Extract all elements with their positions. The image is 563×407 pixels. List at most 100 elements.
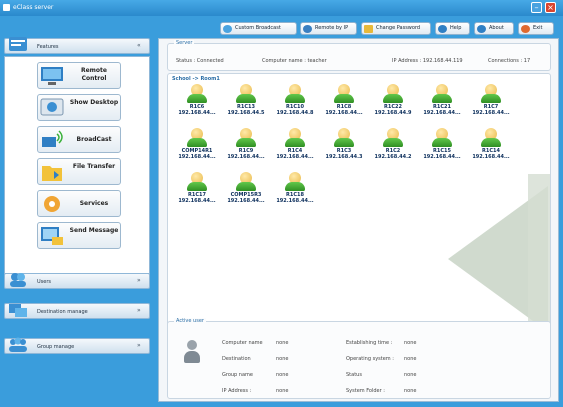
remote-by-ip-label: Remote by IP xyxy=(315,25,349,31)
custom-broadcast-button[interactable]: Custom Broadcast xyxy=(220,22,297,35)
change-password-label: Change Password xyxy=(376,25,421,31)
system-folder-value: none xyxy=(404,388,417,394)
change-password-button[interactable]: Change Password xyxy=(361,22,431,35)
app-icon xyxy=(3,4,10,11)
services-icon xyxy=(44,196,60,212)
group-panel-header[interactable]: Group manage » xyxy=(4,337,150,354)
about-button[interactable]: About xyxy=(474,22,514,35)
computer-user-body xyxy=(236,182,256,191)
computer-item[interactable]: R1C13 192.168.44.5 xyxy=(222,84,270,122)
file-transfer-icon xyxy=(42,166,62,181)
computer-ip: 192.168.44.2 xyxy=(374,154,412,160)
destination-panel-header[interactable]: Destination manage » xyxy=(4,303,150,319)
show-desktop-icon xyxy=(40,98,64,116)
computer-ip: 192.168.44... xyxy=(178,198,216,204)
computer-item[interactable]: R1C10 192.168.44.8 xyxy=(271,84,319,122)
send-message-button[interactable]: Send Message xyxy=(37,222,121,249)
computer-user-body xyxy=(383,138,403,147)
decorative-arrow-tail xyxy=(528,174,550,342)
computer-item[interactable]: R1C3 192.168.44.3 xyxy=(320,128,368,166)
computer-item[interactable]: R1C7 192.168.44... xyxy=(467,84,515,122)
computer-user-body xyxy=(187,94,207,103)
computer-ip: 192.168.44.8 xyxy=(276,110,314,116)
computer-user-body xyxy=(432,94,452,103)
about-label: About xyxy=(489,25,504,31)
group-panel-label: Group manage xyxy=(37,344,75,350)
computer-ip: 192.168.44... xyxy=(423,154,461,160)
remote-by-ip-button[interactable]: Remote by IP xyxy=(300,22,357,35)
computer-item[interactable]: R1C8 192.168.44... xyxy=(320,84,368,122)
app-window: eClass server – × Custom Broadcast Remot… xyxy=(0,0,563,407)
sidebar: Features « Remote Control Show Desktop B… xyxy=(4,20,150,405)
remote-control-icon xyxy=(41,67,63,85)
users-panel-header[interactable]: Users » xyxy=(4,273,150,289)
file-transfer-button[interactable]: File Transfer xyxy=(37,158,121,185)
server-connections: Connections : 17 xyxy=(488,58,531,64)
features-panel-header[interactable]: Features « xyxy=(4,37,150,54)
close-window-button[interactable]: × xyxy=(545,2,556,13)
computer-item[interactable]: R1C15 192.168.44... xyxy=(418,128,466,166)
help-button[interactable]: Help xyxy=(435,22,470,35)
computer-item[interactable]: COMP15R3 192.168.44... xyxy=(222,172,270,210)
minimize-button[interactable]: – xyxy=(531,2,542,13)
computer-name-label: Computer name xyxy=(222,340,263,346)
file-transfer-label: File Transfer xyxy=(72,163,116,170)
key-icon xyxy=(364,25,373,33)
computer-ip: 192.168.44... xyxy=(472,154,510,160)
computer-item[interactable]: R1C21 192.168.44... xyxy=(418,84,466,122)
status-label: Status xyxy=(346,372,362,378)
server-status: Status : Connected xyxy=(176,58,224,64)
computer-item[interactable]: R1C2 192.168.44.2 xyxy=(369,128,417,166)
exit-button[interactable]: Exit xyxy=(518,22,554,35)
server-info-box: Server Status : Connected Computer name … xyxy=(167,40,551,71)
group-name-value: none xyxy=(276,372,289,378)
ip-address-value: none xyxy=(276,388,289,394)
group-icon xyxy=(9,337,27,352)
computer-item[interactable]: R1C18 192.168.44... xyxy=(271,172,319,210)
services-label: Services xyxy=(79,200,109,207)
services-button[interactable]: Services xyxy=(37,190,121,217)
system-folder-label: System Folder : xyxy=(346,388,385,394)
computer-item[interactable]: R1C9 192.168.44... xyxy=(222,128,270,166)
computer-user-body xyxy=(334,138,354,147)
broadcast-icon xyxy=(42,130,63,147)
info-icon xyxy=(477,25,486,33)
remote-control-button[interactable]: Remote Control xyxy=(37,62,121,89)
computer-ip: 192.168.44... xyxy=(276,198,314,204)
group-name-label: Group name xyxy=(222,372,253,378)
send-message-icon xyxy=(41,227,63,245)
computer-item[interactable]: R1C14 192.168.44... xyxy=(467,128,515,166)
computer-item[interactable]: R1C17 192.168.44... xyxy=(173,172,221,210)
features-panel-body: Remote Control Show Desktop BroadCast Fi… xyxy=(4,56,150,274)
computer-item[interactable]: R1C4 192.168.44... xyxy=(271,128,319,166)
computer-user-body xyxy=(334,94,354,103)
remote-control-label: Remote Control xyxy=(80,67,107,82)
computer-ip: 192.168.44.9 xyxy=(374,110,412,116)
show-desktop-button[interactable]: Show Desktop xyxy=(37,94,121,121)
computer-user-body xyxy=(481,138,501,147)
broadcast-button[interactable]: BroadCast xyxy=(37,126,121,153)
operating-system-label: Operating system : xyxy=(346,356,394,362)
title-bar: eClass server – × xyxy=(0,0,563,16)
exit-label: Exit xyxy=(533,25,543,31)
computer-item[interactable]: R1C6 192.168.44... xyxy=(173,84,221,122)
computer-user-body xyxy=(236,94,256,103)
user-avatar-icon xyxy=(184,340,200,366)
users-panel-label: Users xyxy=(37,279,52,285)
computer-user-body xyxy=(285,182,305,191)
active-user-box: Active user Computer name none Destinati… xyxy=(167,318,551,399)
computer-user-body xyxy=(383,94,403,103)
operating-system-value: none xyxy=(404,356,417,362)
computer-item[interactable]: COMP14R1 192.168.44... xyxy=(173,128,221,166)
exit-icon xyxy=(521,25,530,33)
broadcast-icon xyxy=(223,25,232,33)
show-desktop-label: Show Desktop xyxy=(69,99,119,106)
establishing-time-value: none xyxy=(404,340,417,346)
ip-address-label: IP Address : xyxy=(222,388,252,394)
features-icon xyxy=(9,37,27,51)
chevron-down-icon: » xyxy=(137,277,141,284)
computer-item[interactable]: R1C22 192.168.44.9 xyxy=(369,84,417,122)
server-ip-address: IP Address : 192.168.44.119 xyxy=(392,58,463,64)
room-title: School -> Room1 xyxy=(172,76,220,82)
computer-ip: 192.168.44... xyxy=(423,110,461,116)
